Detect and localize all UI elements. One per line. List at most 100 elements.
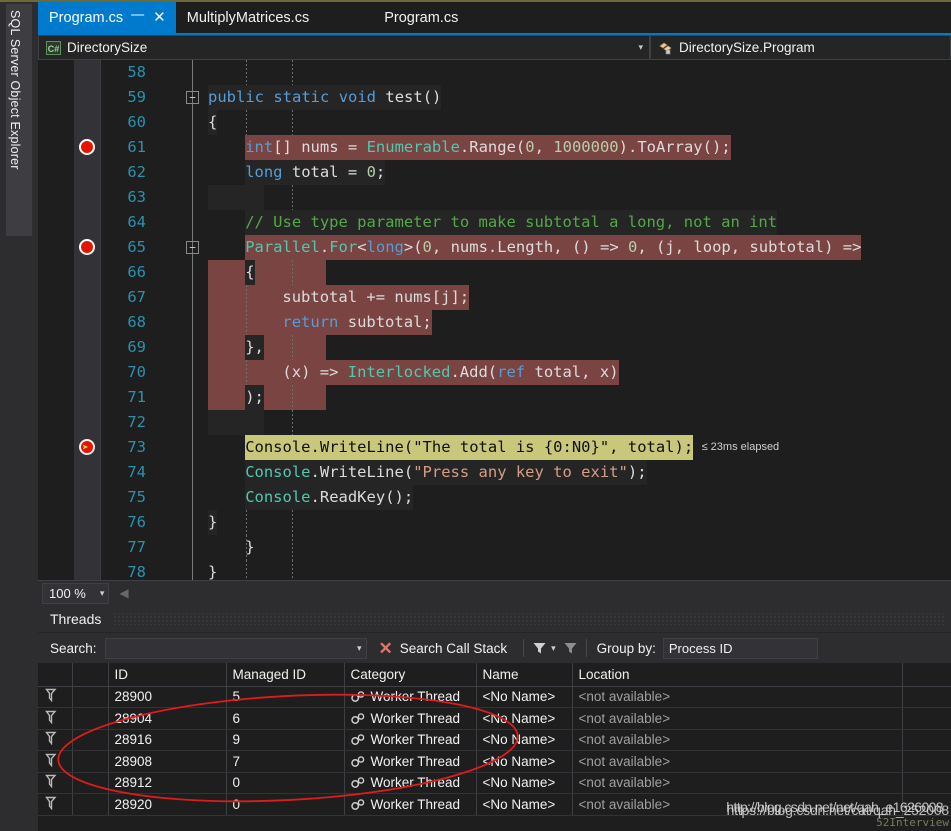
- code-text[interactable]: Parallel.For<long>(0, nums.Length, () =>…: [245, 235, 862, 260]
- row-flag-cell[interactable]: [38, 707, 73, 730]
- table-row[interactable]: 28916 9 Worker Thread <No Name> <not availab…: [38, 729, 951, 751]
- code-text[interactable]: }: [245, 535, 254, 560]
- code-line[interactable]: 77}: [38, 535, 951, 560]
- code-text[interactable]: Console.WriteLine("The total is {0:N0}",…: [245, 435, 694, 460]
- code-text[interactable]: Console.ReadKey();: [245, 485, 414, 510]
- cell-managed-id: 9: [226, 729, 345, 751]
- code-text[interactable]: [208, 185, 264, 210]
- code-line[interactable]: 60 {: [38, 110, 951, 135]
- filter-button-secondary[interactable]: [556, 641, 578, 655]
- threads-panel-title-bar: Threads: [38, 605, 951, 633]
- chevron-down-icon[interactable]: ▾: [547, 643, 556, 654]
- flag-icon: [45, 796, 57, 811]
- code-text[interactable]: int[] nums = Enumerable.Range(0, 1000000…: [245, 135, 731, 160]
- search-input-wrapper[interactable]: ▾: [104, 637, 367, 659]
- chevron-down-icon[interactable]: ▾: [630, 42, 643, 53]
- drag-grip[interactable]: [113, 612, 945, 625]
- tab-strip-gap: [318, 2, 373, 33]
- code-text[interactable]: public static void test(): [208, 85, 442, 110]
- tab-label: MultiplyMatrices.cs: [186, 9, 310, 26]
- row-flag-cell[interactable]: [38, 793, 73, 816]
- search-input[interactable]: [109, 640, 353, 656]
- code-text[interactable]: {: [245, 260, 255, 285]
- column-header-category[interactable]: Category: [344, 663, 477, 687]
- column-header-managed-id[interactable]: Managed ID: [226, 663, 345, 687]
- code-line[interactable]: 58: [38, 60, 951, 85]
- code-line[interactable]: 70 (x) => Interlocked.Add(ref total, x): [38, 360, 951, 385]
- row-flag-cell[interactable]: [38, 772, 73, 794]
- cell-category-label: Worker Thread: [370, 753, 461, 769]
- code-line[interactable]: 74 Console.WriteLine("Press any key to ex…: [38, 460, 951, 485]
- scroll-left-arrow-icon[interactable]: ◀: [119, 586, 128, 600]
- chevron-down-icon[interactable]: ▾: [100, 588, 105, 599]
- type-dropdown[interactable]: C# DirectorySize ▾: [38, 35, 650, 60]
- column-header-id[interactable]: ID: [108, 663, 227, 687]
- filter-button[interactable]: ▾: [532, 641, 556, 655]
- code-line[interactable]: 78}: [38, 560, 951, 580]
- code-text[interactable]: (x) => Interlocked.Add(ref total, x): [282, 360, 619, 385]
- breakpoint-icon[interactable]: [79, 239, 95, 255]
- row-flag-cell[interactable]: [38, 729, 73, 751]
- column-header-suspended[interactable]: [72, 663, 109, 687]
- code-line[interactable]: 61 int[] nums = Enumerable.Range(0, 10000…: [38, 135, 951, 160]
- code-text[interactable]: }: [208, 510, 218, 535]
- code-line[interactable]: 75 Console.ReadKey();: [38, 485, 951, 510]
- zoom-level-dropdown[interactable]: 100 % ▾: [42, 582, 110, 604]
- fold-collapse-icon[interactable]: −: [186, 241, 199, 254]
- breakpoint-icon[interactable]: [79, 139, 95, 155]
- code-text[interactable]: // Use type parameter to make subtotal a…: [245, 210, 778, 235]
- table-row[interactable]: 28908 7 Worker Thread <No Name> <not availab…: [38, 750, 951, 773]
- code-text[interactable]: [208, 60, 264, 85]
- chevron-down-icon[interactable]: ▾: [353, 643, 362, 654]
- code-line[interactable]: 62 long total = 0;: [38, 160, 951, 185]
- code-line[interactable]: 66 {: [38, 260, 951, 285]
- fold-collapse-icon[interactable]: −: [186, 91, 199, 104]
- table-row[interactable]: 28904 6 Worker Thread <No Name> <not availab…: [38, 707, 951, 730]
- cell-name: <No Name>: [476, 793, 573, 816]
- code-line[interactable]: 68 return subtotal;: [38, 310, 951, 335]
- code-line[interactable]: 69},: [38, 335, 951, 360]
- indent-guide: [292, 335, 293, 360]
- code-text[interactable]: );: [245, 385, 264, 410]
- column-header-name[interactable]: Name: [476, 663, 573, 687]
- sql-server-object-explorer-label[interactable]: SQL Server Object Explorer: [8, 10, 22, 170]
- search-call-stack-button[interactable]: Search Call Stack: [400, 641, 515, 656]
- threads-grid-container[interactable]: ID Managed ID Category Name Location 289…: [38, 663, 951, 831]
- column-header-location[interactable]: Location: [572, 663, 903, 687]
- code-text[interactable]: return subtotal;: [282, 310, 432, 335]
- code-editor[interactable]: 58 59− public static void test() 60{61 int[…: [38, 60, 951, 580]
- code-text[interactable]: },: [245, 335, 264, 360]
- code-line[interactable]: 72: [38, 410, 951, 435]
- row-flag-cell[interactable]: [38, 686, 73, 708]
- cell-id: 28920: [108, 793, 227, 816]
- clear-search-icon[interactable]: ✕: [367, 640, 400, 657]
- code-line[interactable]: 64 // Use type parameter to make subtotal…: [38, 210, 951, 235]
- table-row[interactable]: 28912 0 Worker Thread <No Name> <not availab…: [38, 772, 951, 794]
- close-icon[interactable]: ✕: [152, 10, 167, 25]
- code-editor-viewport[interactable]: 58 59− public static void test() 60{61 int[…: [38, 60, 951, 580]
- tab-program-cs-active[interactable]: Program.cs ⎻ ✕: [38, 2, 176, 33]
- tab-program-cs-secondary[interactable]: Program.cs: [373, 2, 467, 33]
- code-line[interactable]: 59 − public static void test(): [38, 85, 951, 110]
- pin-icon[interactable]: ⎻: [130, 11, 145, 24]
- member-dropdown[interactable]: DirectorySize.Program: [650, 35, 951, 60]
- group-by-dropdown[interactable]: Process ID: [662, 637, 818, 659]
- code-line[interactable]: 63: [38, 185, 951, 210]
- code-text[interactable]: {: [208, 110, 218, 135]
- table-row[interactable]: 28920 0 Worker Thread <No Name> <not availab…: [38, 793, 951, 816]
- code-text[interactable]: Console.WriteLine("Press any key to exit…: [245, 460, 647, 485]
- code-line[interactable]: 65 − Parallel.For<long>(0, nums.Length, ()…: [38, 235, 951, 260]
- code-text[interactable]: long total = 0;: [245, 160, 386, 185]
- code-text[interactable]: [208, 410, 264, 435]
- code-line[interactable]: 71);: [38, 385, 951, 410]
- code-text[interactable]: subtotal += nums[j];: [282, 285, 470, 310]
- code-line[interactable]: 73 Console.WriteLine("The total is {0:N0}…: [38, 435, 951, 460]
- row-flag-cell[interactable]: [38, 750, 73, 773]
- table-row[interactable]: 28900 5 Worker Thread <No Name> <not availab…: [38, 686, 951, 708]
- code-line[interactable]: 67 subtotal += nums[j];: [38, 285, 951, 310]
- breakpoint-current-statement-icon[interactable]: ➤: [79, 439, 95, 455]
- code-line[interactable]: 76}: [38, 510, 951, 535]
- tab-multiplymatrices-cs[interactable]: MultiplyMatrices.cs: [176, 2, 318, 33]
- column-header-flag[interactable]: [38, 663, 73, 687]
- code-text[interactable]: }: [208, 560, 217, 580]
